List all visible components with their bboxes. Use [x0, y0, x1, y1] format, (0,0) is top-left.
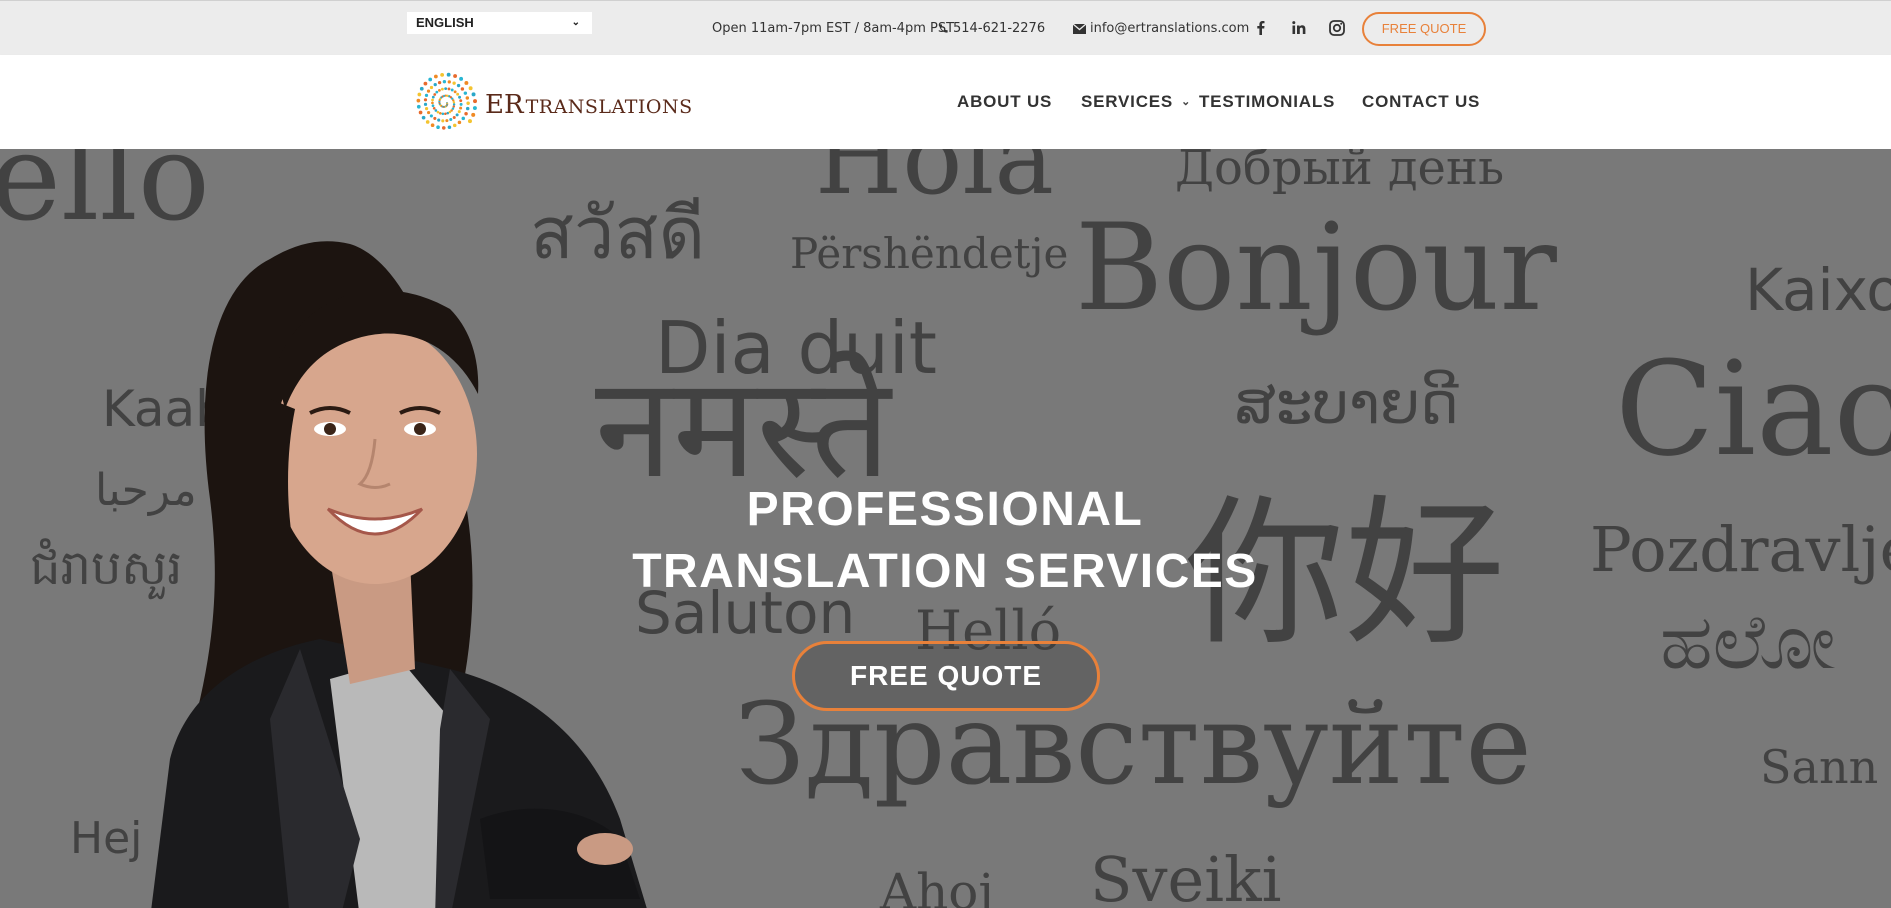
nav-about-us[interactable]: ABOUT US — [957, 55, 1052, 149]
facebook-icon[interactable] — [1251, 18, 1271, 38]
email-address: info@ertranslations.com — [1090, 21, 1250, 36]
logo-mark-text: ER — [485, 90, 524, 120]
language-select[interactable]: ENGLISH ⌄ — [407, 12, 592, 34]
top-free-quote-button[interactable]: FREE QUOTE — [1362, 12, 1486, 46]
spiral-logo-icon — [416, 72, 477, 130]
hero-section: ello Hola Добрый день สวัสดี Përshëndetj… — [0, 149, 1891, 908]
linkedin-icon[interactable] — [1289, 18, 1309, 38]
hero-free-quote-button[interactable]: FREE QUOTE — [792, 641, 1100, 711]
phone-number: 514-621-2276 — [953, 21, 1046, 36]
chevron-down-icon: ⌄ — [1181, 96, 1192, 108]
business-hours: Open 11am-7pm EST / 8am-4pm PST — [712, 21, 955, 36]
hero-title-line2: TRANSLATION SERVICES — [632, 545, 1258, 598]
email-contact[interactable]: info@ertranslations.com — [1072, 1, 1250, 56]
language-select-value: ENGLISH — [416, 15, 474, 30]
nav-services[interactable]: SERVICES ⌄ — [1081, 55, 1191, 149]
nav-services-label: SERVICES — [1081, 92, 1174, 111]
chevron-down-icon: ⌄ — [571, 17, 580, 28]
top-bar: ENGLISH ⌄ Open 11am-7pm EST / 8am-4pm PS… — [0, 0, 1891, 55]
instagram-icon[interactable] — [1327, 18, 1347, 38]
nav-contact-us[interactable]: CONTACT US — [1362, 55, 1480, 149]
hero-title: PROFESSIONAL TRANSLATION SERVICES — [545, 479, 1345, 603]
envelope-icon — [1072, 23, 1087, 34]
hero-title-line1: PROFESSIONAL — [746, 483, 1144, 536]
logo-text: ER TRANSLATIONS — [485, 90, 693, 120]
main-navigation: ER TRANSLATIONS ABOUT US SERVICES ⌄ TESTIM… — [0, 55, 1891, 149]
phone-icon — [939, 24, 948, 33]
phone-contact[interactable]: 514-621-2276 — [938, 1, 1045, 56]
nav-testimonials[interactable]: TESTIMONIALS — [1199, 55, 1335, 149]
logo-name-text: TRANSLATIONS — [525, 96, 693, 118]
